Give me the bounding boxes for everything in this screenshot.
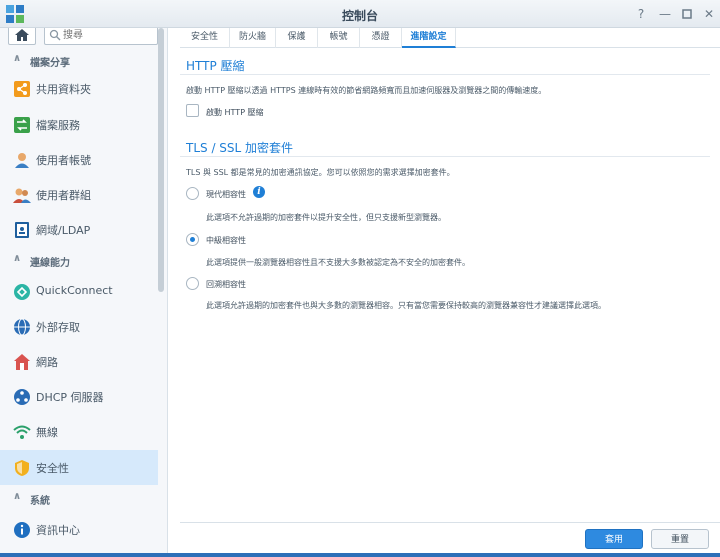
help-icon[interactable]: ? [632, 5, 650, 23]
option-label-modern: 現代相容性 [206, 190, 246, 199]
tls-ssl-description: TLS 與 SSL 都是常見的加密通訊協定。您可以依照您的需求選擇加密套件。 [186, 168, 455, 177]
sidebar-item-label: 網路 [36, 356, 58, 369]
sidebar: ∧ 檔案分享 共用資料夾 檔案服務 使用者帳號 [0, 28, 168, 557]
home-button[interactable] [8, 28, 36, 45]
http-compression-checkbox[interactable] [186, 104, 199, 117]
section-connectivity[interactable]: ∧ 連線能力 [0, 250, 158, 270]
maximize-icon[interactable] [678, 5, 696, 23]
external-access-icon [14, 318, 30, 336]
sidebar-item-quickconnect[interactable]: QuickConnect [0, 274, 158, 309]
sidebar-item-dhcp[interactable]: DHCP 伺服器 [0, 379, 158, 414]
window-title: 控制台 [341, 9, 378, 23]
option-description-intermediate: 此選項提供一般瀏覽器相容性且不支援大多數被認定為不安全的加密套件。 [206, 258, 470, 267]
sidebar-item-network[interactable]: 網路 [0, 344, 158, 379]
tab-bar: 安全性 防火牆 保護 帳號 憑證 進階設定 [180, 28, 720, 48]
sidebar-item-label: DHCP 伺服器 [36, 391, 104, 404]
option-description-modern: 此選項不允許過期的加密套件以提升安全性，但只支援新型瀏覽器。 [206, 213, 446, 222]
divider [180, 74, 710, 75]
user-icon [15, 153, 29, 168]
info-icon[interactable]: i [253, 186, 265, 198]
apply-button[interactable]: 套用 [585, 529, 643, 549]
http-compression-label: 啟動 HTTP 壓縮 [206, 108, 264, 117]
tab-protection[interactable]: 保護 [276, 28, 318, 48]
section-file-sharing[interactable]: ∧ 檔案分享 [0, 50, 158, 70]
file-services-icon [14, 117, 30, 133]
taskbar-edge [0, 553, 720, 557]
shared-folder-icon [14, 81, 30, 97]
reset-button[interactable]: 重置 [651, 529, 709, 549]
info-center-icon [14, 522, 30, 538]
sidebar-item-label: 無線 [36, 426, 58, 439]
tab-account[interactable]: 帳號 [318, 28, 360, 48]
tab-advanced[interactable]: 進階設定 [402, 28, 456, 48]
sidebar-item-label: 檔案服務 [36, 119, 80, 132]
chevron-up-icon: ∧ [13, 253, 22, 264]
quickconnect-icon [14, 284, 30, 300]
divider [180, 156, 710, 157]
http-compression-title: HTTP 壓縮 [186, 59, 245, 73]
sidebar-item-user[interactable]: 使用者帳號 [0, 142, 158, 177]
sidebar-item-label: 安全性 [36, 462, 69, 475]
http-compression-description: 啟動 HTTP 壓縮以透過 HTTPS 連線時有效的節省網路頻寬而且加速伺服器及… [186, 86, 547, 95]
sidebar-item-external-access[interactable]: 外部存取 [0, 309, 158, 344]
option-label-intermediate: 中級相容性 [206, 236, 246, 245]
option-description-old: 此選項允許過期的加密套件也與大多數的瀏覽器相容。只有當您需要保持較高的瀏覽器兼容… [206, 301, 606, 310]
security-icon [15, 460, 29, 476]
minimize-icon[interactable]: — [656, 5, 674, 23]
dhcp-icon [14, 389, 30, 405]
home-icon [15, 29, 29, 41]
tls-ssl-title: TLS / SSL 加密套件 [186, 141, 294, 155]
sidebar-item-label: 資訊中心 [36, 524, 80, 537]
network-icon [14, 354, 30, 370]
sidebar-item-label: 使用者帳號 [36, 154, 91, 167]
chevron-up-icon: ∧ [13, 491, 22, 502]
sidebar-item-label: 外部存取 [36, 321, 80, 334]
sidebar-item-label: 使用者群組 [36, 189, 91, 202]
radio-modern-compatibility[interactable] [186, 187, 199, 200]
sidebar-scrollbar[interactable] [158, 28, 164, 292]
sidebar-item-shared-folder[interactable]: 共用資料夾 [0, 71, 158, 106]
sidebar-item-label: 共用資料夾 [36, 83, 91, 96]
search-box[interactable] [44, 28, 158, 45]
search-icon [49, 29, 61, 41]
close-icon[interactable]: ✕ [700, 5, 718, 23]
control-panel-window: 控制台 ? — ✕ ∧ 檔案分享 [0, 0, 720, 557]
sidebar-item-domain-ldap[interactable]: 網域/LDAP [0, 212, 158, 247]
tab-security[interactable]: 安全性 [180, 28, 230, 48]
search-input[interactable] [63, 28, 155, 43]
domain-ldap-icon [15, 222, 29, 238]
wireless-icon [13, 425, 31, 439]
sidebar-item-wireless[interactable]: 無線 [0, 414, 158, 449]
radio-old-compatibility[interactable] [186, 277, 199, 290]
sidebar-item-label: 網域/LDAP [36, 224, 91, 237]
title-bar: 控制台 ? — ✕ [0, 0, 720, 28]
tab-firewall[interactable]: 防火牆 [230, 28, 276, 48]
sidebar-item-security[interactable]: 安全性 [0, 450, 158, 485]
sidebar-item-group[interactable]: 使用者群組 [0, 177, 158, 212]
sidebar-item-file-services[interactable]: 檔案服務 [0, 107, 158, 142]
footer-divider [180, 522, 720, 523]
option-label-old: 回溯相容性 [206, 280, 246, 289]
sidebar-item-info-center[interactable]: 資訊中心 [0, 512, 158, 547]
sidebar-item-label: QuickConnect [36, 284, 113, 297]
chevron-up-icon: ∧ [13, 53, 22, 64]
section-system[interactable]: ∧ 系統 [0, 488, 158, 508]
group-icon [13, 188, 31, 203]
radio-intermediate-compatibility[interactable] [186, 233, 199, 246]
tab-certificate[interactable]: 憑證 [360, 28, 402, 48]
